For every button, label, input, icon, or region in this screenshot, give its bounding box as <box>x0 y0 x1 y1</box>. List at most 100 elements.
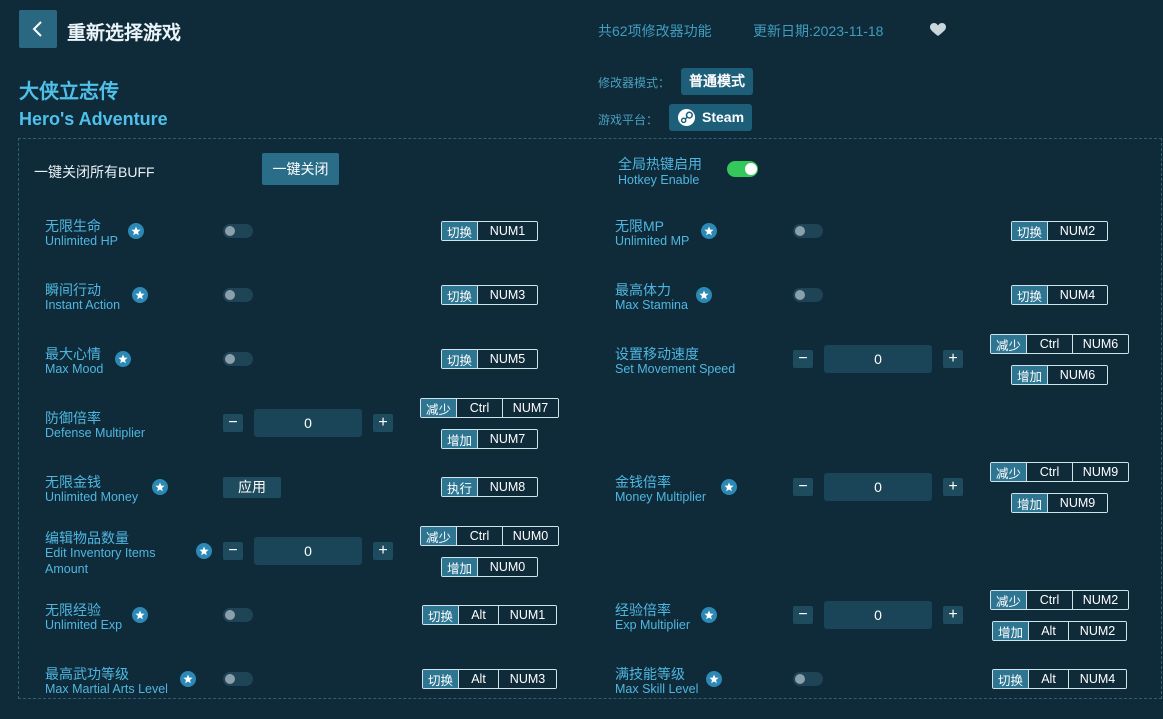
heart-icon[interactable] <box>930 23 946 42</box>
hotkey-exp-decrease[interactable]: 减少 Ctrl NUM2 <box>990 590 1129 610</box>
star-icon[interactable] <box>696 287 712 303</box>
cheat-label-en: Defense Multiplier <box>45 426 146 440</box>
stepper-value[interactable]: 0 <box>254 537 362 565</box>
star-icon[interactable] <box>701 607 717 623</box>
unlimited-exp-toggle[interactable] <box>223 608 253 622</box>
max-mood-toggle[interactable] <box>223 352 253 366</box>
hotkey-modifier: Ctrl <box>1026 463 1073 481</box>
cheat-label-en: Max Martial Arts Level <box>45 682 168 696</box>
cheat-label-en: Max Mood <box>45 362 104 376</box>
decrement-button[interactable]: − <box>793 606 813 624</box>
hotkey-exp-increase[interactable]: 增加 Alt NUM2 <box>992 621 1127 641</box>
stepper-value[interactable]: 0 <box>254 409 362 437</box>
hotkey-key: NUM9 <box>1072 463 1128 481</box>
hotkey-key: NUM7 <box>477 430 537 448</box>
hotkey-max-stamina[interactable]: 切换 NUM4 <box>1011 285 1108 305</box>
hotkey-defense-decrease[interactable]: 减少 Ctrl NUM7 <box>420 398 559 418</box>
hotkey-speed-increase[interactable]: 增加 NUM6 <box>1011 365 1108 385</box>
hotkey-max-martial-arts[interactable]: 切换 Alt NUM3 <box>422 669 557 689</box>
platform-name: Steam <box>702 109 745 125</box>
hotkey-unlimited-exp[interactable]: 切换 Alt NUM1 <box>422 605 557 625</box>
hotkey-money-decrease[interactable]: 减少 Ctrl NUM9 <box>990 462 1129 482</box>
hotkey-key: NUM2 <box>1072 591 1128 609</box>
toggle-knob <box>225 226 235 236</box>
star-icon[interactable] <box>701 223 717 239</box>
stepper-value[interactable]: 0 <box>824 345 932 373</box>
star-icon[interactable] <box>128 223 144 239</box>
increment-button[interactable]: + <box>373 414 393 432</box>
star-icon[interactable] <box>132 287 148 303</box>
increment-button[interactable]: + <box>943 606 963 624</box>
hotkey-modifier: Alt <box>1028 670 1069 688</box>
star-icon[interactable] <box>721 479 737 495</box>
inventory-amount-stepper[interactable]: − 0 + <box>223 537 393 565</box>
star-icon[interactable] <box>152 479 168 495</box>
stepper-value[interactable]: 0 <box>824 601 932 629</box>
increment-button[interactable]: + <box>943 478 963 496</box>
increment-button[interactable]: + <box>943 350 963 368</box>
hotkey-label-en: Hotkey Enable <box>618 173 700 187</box>
hotkey-label-cn: 全局热键启用 <box>618 156 702 172</box>
decrement-button[interactable]: − <box>223 542 243 560</box>
hotkey-speed-decrease[interactable]: 减少 Ctrl NUM6 <box>990 334 1129 354</box>
hotkey-instant-action[interactable]: 切换 NUM3 <box>441 285 538 305</box>
hotkey-money-increase[interactable]: 增加 NUM9 <box>1011 493 1108 513</box>
hotkey-modifier: Ctrl <box>1026 335 1073 353</box>
unlimited-hp-toggle[interactable] <box>223 224 253 238</box>
hotkey-modifier: Ctrl <box>456 399 503 417</box>
star-icon[interactable] <box>706 671 722 687</box>
decrement-button[interactable]: − <box>793 350 813 368</box>
star-icon[interactable] <box>132 607 148 623</box>
back-button[interactable] <box>19 10 57 48</box>
hotkey-unlimited-money[interactable]: 执行 NUM8 <box>441 477 538 497</box>
hotkey-key: NUM0 <box>502 527 558 545</box>
hotkey-action: 切换 <box>1012 222 1048 240</box>
hotkey-action: 增加 <box>442 430 478 448</box>
max-skill-toggle[interactable] <box>793 672 823 686</box>
hotkey-key: NUM0 <box>477 558 537 576</box>
hotkey-max-skill[interactable]: 切换 Alt NUM4 <box>992 669 1127 689</box>
hotkey-enable-toggle[interactable] <box>727 161 758 177</box>
hotkey-unlimited-mp[interactable]: 切换 NUM2 <box>1011 221 1108 241</box>
hotkey-action: 减少 <box>991 463 1027 481</box>
exp-multiplier-stepper[interactable]: − 0 + <box>793 601 963 629</box>
stepper-value[interactable]: 0 <box>824 473 932 501</box>
hotkey-max-mood[interactable]: 切换 NUM5 <box>441 349 538 369</box>
hotkey-action: 切换 <box>423 670 459 688</box>
unlimited-mp-toggle[interactable] <box>793 224 823 238</box>
movement-speed-stepper[interactable]: − 0 + <box>793 345 963 373</box>
hotkey-action: 切换 <box>1012 286 1048 304</box>
increment-button[interactable]: + <box>373 542 393 560</box>
decrement-button[interactable]: − <box>793 478 813 496</box>
hotkey-defense-increase[interactable]: 增加 NUM7 <box>441 429 538 449</box>
apply-button[interactable]: 应用 <box>223 477 281 498</box>
hotkey-modifier: Alt <box>458 606 499 624</box>
mode-badge[interactable]: 普通模式 <box>681 68 753 95</box>
page-title[interactable]: 重新选择游戏 <box>67 18 181 45</box>
instant-action-toggle[interactable] <box>223 288 253 302</box>
hotkey-key: NUM1 <box>498 606 556 624</box>
hotkey-key: NUM6 <box>1072 335 1128 353</box>
star-icon[interactable] <box>180 671 196 687</box>
hotkey-action: 增加 <box>1012 494 1048 512</box>
star-icon[interactable] <box>115 351 131 367</box>
close-all-button[interactable]: 一键关闭 <box>262 153 339 185</box>
decrement-button[interactable]: − <box>223 414 243 432</box>
hotkey-inventory-increase[interactable]: 增加 NUM0 <box>441 557 538 577</box>
hotkey-key: NUM2 <box>1068 622 1126 640</box>
max-martial-arts-toggle[interactable] <box>223 672 253 686</box>
hotkey-key: NUM1 <box>477 222 537 240</box>
money-multiplier-stepper[interactable]: − 0 + <box>793 473 963 501</box>
max-stamina-toggle[interactable] <box>793 288 823 302</box>
chevron-left-icon <box>32 21 42 37</box>
hotkey-unlimited-hp[interactable]: 切换 NUM1 <box>441 221 538 241</box>
cheat-label-en: Max Skill Level <box>615 682 699 696</box>
hotkey-action: 减少 <box>991 335 1027 353</box>
toggle-knob <box>225 674 235 684</box>
platform-badge: Steam <box>669 104 752 131</box>
hotkey-action: 切换 <box>442 350 478 368</box>
hotkey-inventory-decrease[interactable]: 减少 Ctrl NUM0 <box>420 526 559 546</box>
defense-multiplier-stepper[interactable]: − 0 + <box>223 409 393 437</box>
star-icon[interactable] <box>196 543 212 559</box>
game-title-cn: 大侠立志传 <box>19 81 119 103</box>
